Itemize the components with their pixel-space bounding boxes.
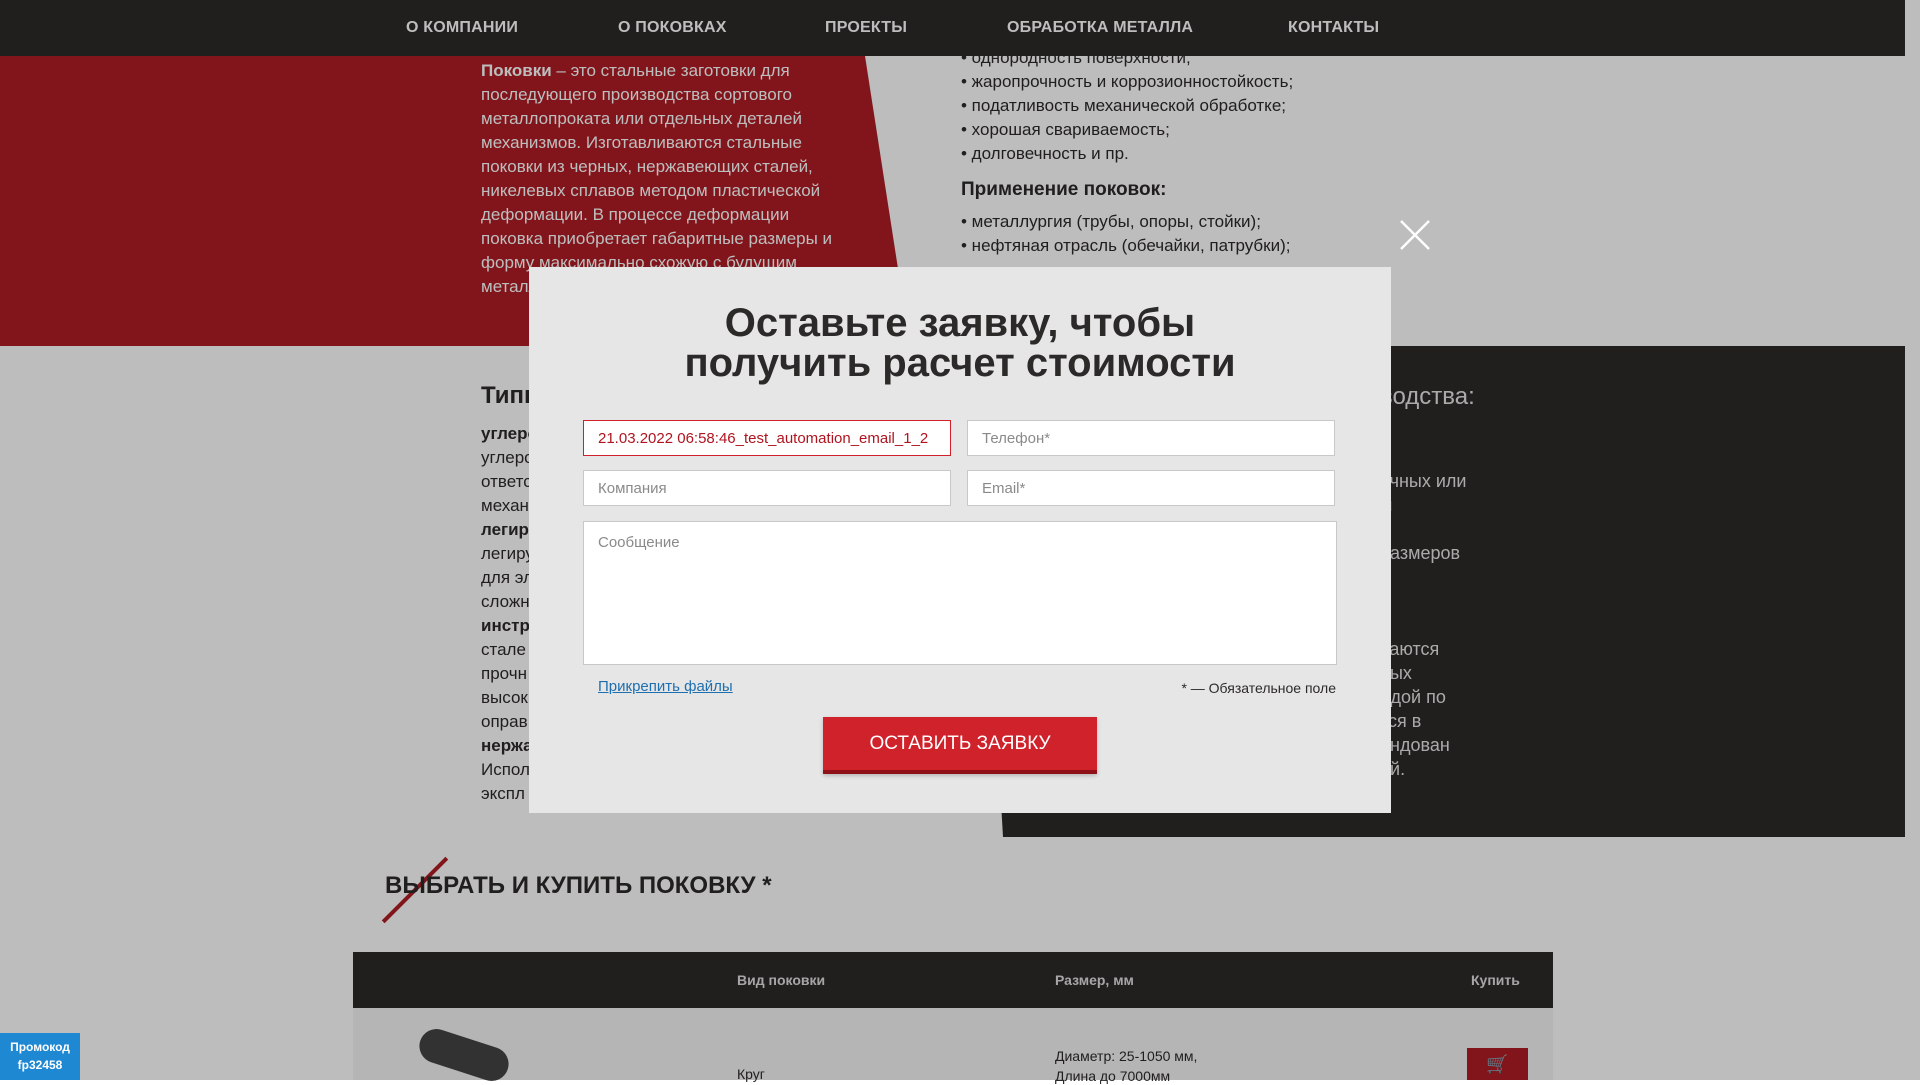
message-textarea[interactable] [583, 521, 1337, 665]
email-input[interactable] [967, 470, 1335, 506]
promo-label: Промокод [10, 1040, 70, 1054]
modal-title-line: Оставьте заявку, чтобы [724, 301, 1196, 345]
promo-code: fp32458 [17, 1058, 63, 1072]
phone-input[interactable] [967, 420, 1335, 456]
attach-files-link[interactable]: Прикрепить файлы [598, 678, 733, 695]
modal-title-line: получить расчет стоимости [684, 341, 1236, 385]
modal-title: Оставьте заявку, чтобы получить расчет с… [529, 303, 1391, 383]
company-input[interactable] [583, 470, 951, 506]
required-field-note: * — Обязательное поле [1181, 680, 1336, 696]
request-modal: Оставьте заявку, чтобы получить расчет с… [529, 267, 1391, 813]
submit-request-button[interactable]: ОСТАВИТЬ ЗАЯВКУ [823, 717, 1097, 774]
close-icon[interactable] [1397, 217, 1433, 253]
name-input[interactable] [583, 420, 951, 456]
promo-code-badge[interactable]: Промокод fp32458 [0, 1033, 80, 1080]
